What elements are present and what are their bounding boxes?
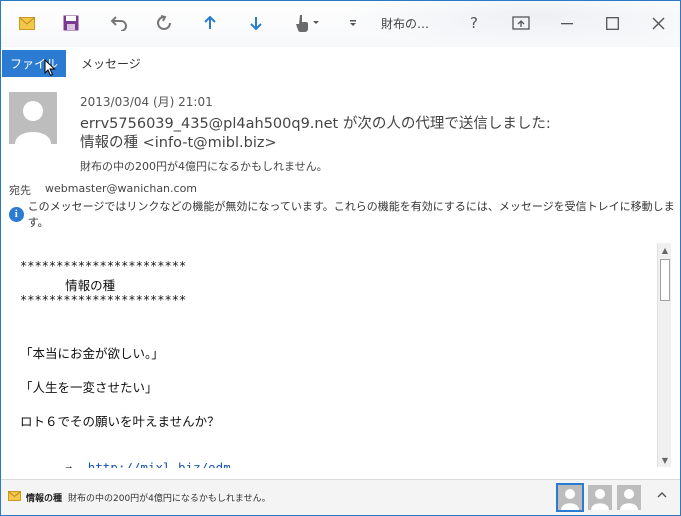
people-pane-avatar[interactable] <box>556 483 584 512</box>
to-label: 宛先 <box>9 184 31 197</box>
maximize-icon[interactable] <box>597 9 627 37</box>
customize-toolbar-icon[interactable] <box>341 11 365 35</box>
close-icon[interactable] <box>643 9 673 37</box>
body-stars-top: *********************** <box>20 259 187 273</box>
message-subject: 財布の中の200円が4億円になるかもしれません。 <box>80 160 328 173</box>
tab-file[interactable]: ファイル <box>2 50 66 77</box>
scroll-down-arrow-icon[interactable]: ▼ <box>658 453 672 467</box>
envelope-icon <box>8 491 21 501</box>
scroll-up-arrow-icon[interactable]: ▲ <box>658 243 672 257</box>
message-body[interactable]: *********************** 情報の種 ***********… <box>9 242 671 469</box>
window-title: 財布の… <box>381 17 430 31</box>
redo-icon[interactable] <box>152 11 176 35</box>
footer-subject: 財布の中の200円が4億円になるかもしれません。 <box>68 494 271 504</box>
body-line-2: 「人生を一変させたい」 <box>20 380 158 395</box>
body-banner: 情報の種 <box>20 278 116 293</box>
save-icon[interactable] <box>59 11 83 35</box>
sender-avatar <box>9 92 57 144</box>
arrow-glyph: ⇒ <box>65 460 73 468</box>
info-message: このメッセージではリンクなどの機能が無効になっています。これらの機能を有効にする… <box>27 200 675 229</box>
next-item-arrow-icon[interactable] <box>244 11 268 35</box>
title-bar: 財布の… ? <box>1 1 680 47</box>
body-line-1: 「本当にお金が欲しい。」 <box>20 346 164 361</box>
body-scrollbar[interactable]: ▲ ▼ <box>657 243 671 467</box>
ribbon-display-options-icon[interactable] <box>506 9 536 37</box>
undo-icon[interactable] <box>107 11 131 35</box>
body-stars-bottom: *********************** <box>20 293 187 307</box>
info-icon: i <box>9 206 24 222</box>
people-pane-avatar[interactable] <box>617 485 641 510</box>
minimize-icon[interactable] <box>552 9 582 37</box>
sender-display-name[interactable]: 情報の種 <info-t@mibl.biz> <box>80 134 551 153</box>
info-bar[interactable]: i このメッセージではリンクなどの機能が無効になっています。これらの機能を有効に… <box>9 200 680 229</box>
body-link-row: ⇒ http://mixl.biz/odm <box>20 445 231 468</box>
footer-sender: 情報の種 <box>26 494 63 504</box>
sent-date: 2013/03/04 (月) 21:01 <box>80 95 213 109</box>
help-icon[interactable]: ? <box>462 11 486 35</box>
ribbon-tabs: ファイル メッセージ <box>1 47 680 77</box>
mail-icon[interactable] <box>15 11 39 35</box>
body-line-3: ロト６でその願いを叶えませんか？ <box>20 414 220 429</box>
recipient-address[interactable]: webmaster@wanichan.com <box>45 182 197 195</box>
sender-info: errv5756039_435@pl4ah500q9.net が次の人の代理で送… <box>80 115 551 153</box>
sender-on-behalf-line: errv5756039_435@pl4ah500q9.net が次の人の代理で送… <box>80 116 551 132</box>
body-link[interactable]: http://mixl.biz/odm <box>88 460 231 468</box>
outlook-message-window: 財布の… ? ファイル メッセージ 2013/03/04 (月) 21:01 e… <box>0 0 681 516</box>
touch-mode-icon[interactable] <box>289 11 325 35</box>
mouse-cursor-icon <box>44 59 56 77</box>
expand-people-pane-icon[interactable] <box>657 488 667 501</box>
people-pane: 情報の種 財布の中の200円が4億円になるかもしれません。 <box>1 479 680 515</box>
previous-item-arrow-icon[interactable] <box>198 11 222 35</box>
scroll-thumb[interactable] <box>660 259 670 301</box>
people-pane-avatar[interactable] <box>588 485 612 510</box>
tab-message[interactable]: メッセージ <box>81 55 141 72</box>
